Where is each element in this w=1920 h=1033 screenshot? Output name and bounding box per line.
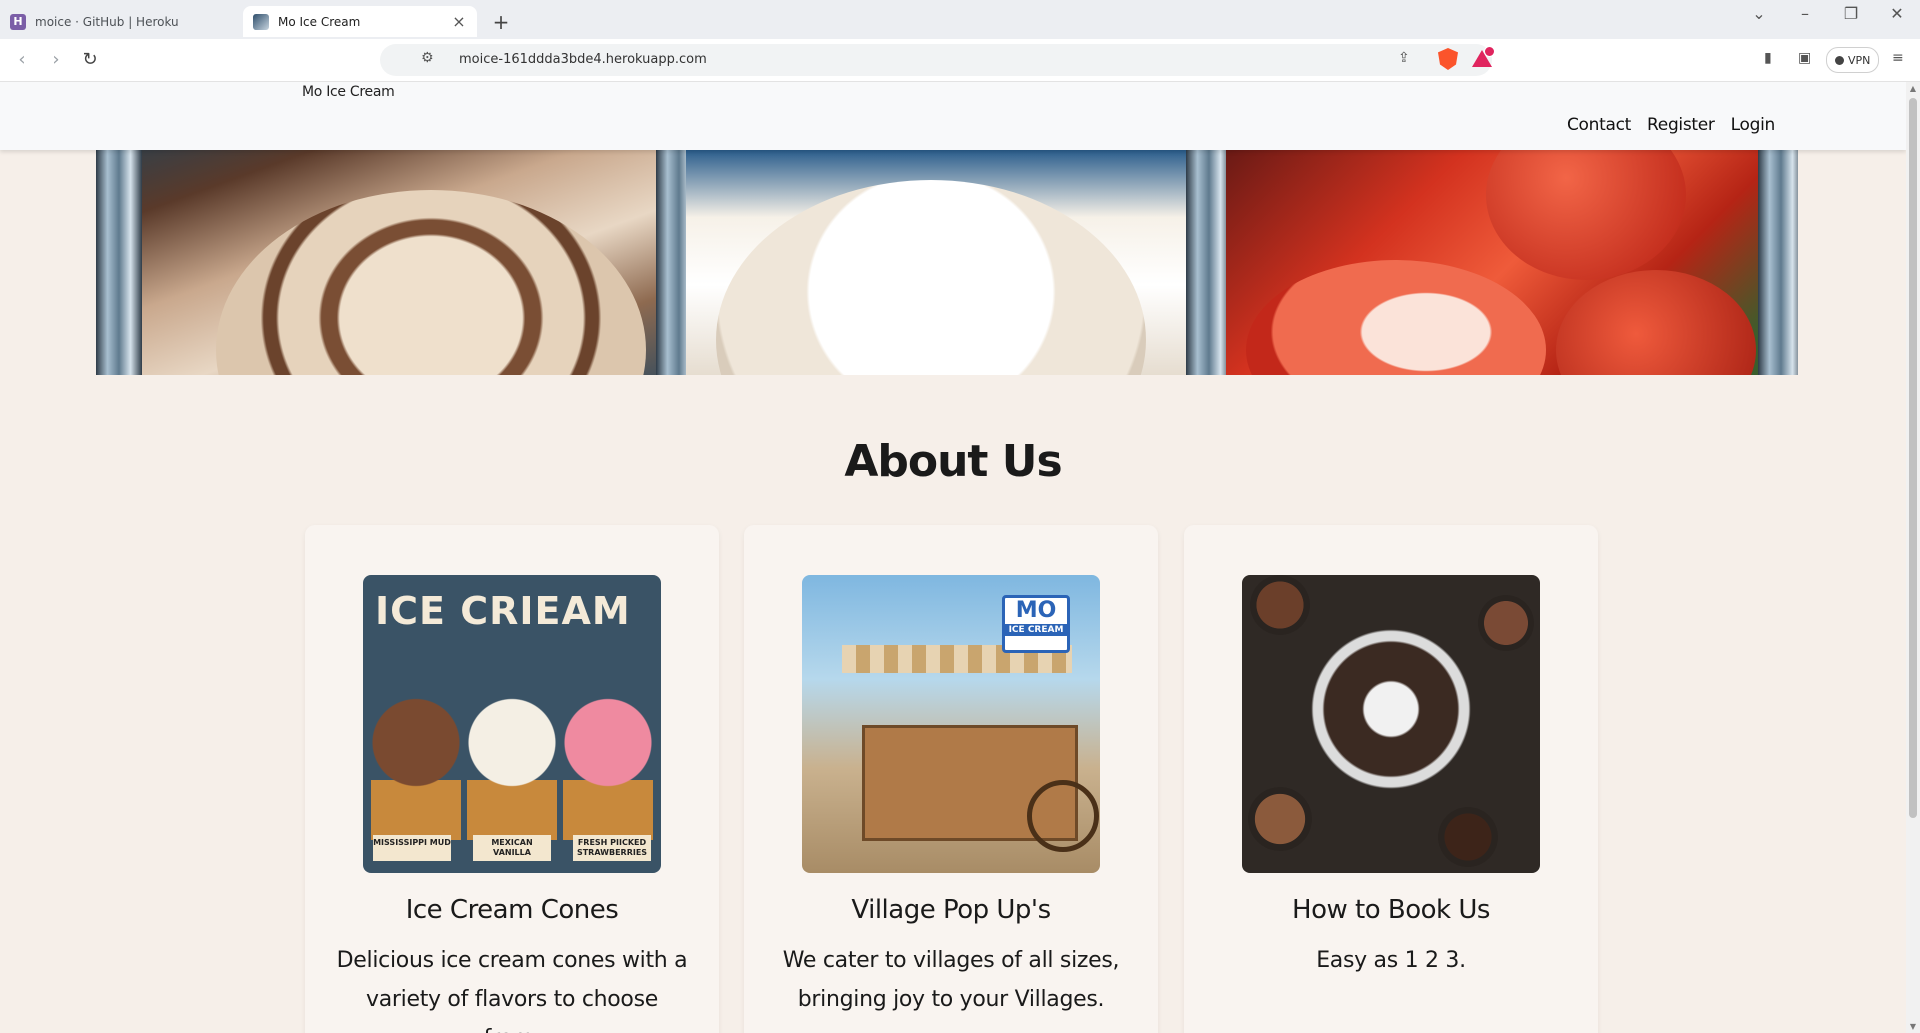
about-us-heading: About Us: [844, 436, 1062, 487]
strawberry-cone: [563, 690, 653, 840]
card-text: We cater to villages of all sizes, bring…: [782, 948, 1120, 1012]
card-title: Village Pop Up's: [851, 895, 1051, 925]
card-ice-cream-cones: ICE CRIEAM MISSISSIPPI MUD MEXICAN VANIL…: [305, 525, 719, 1033]
card-title: Ice Cream Cones: [405, 895, 619, 925]
tab-search-chevron-icon[interactable]: ⌄: [1746, 4, 1772, 23]
browser-tab-mo-ice-cream[interactable]: Mo Ice Cream ×: [243, 6, 477, 37]
sidebar-icon[interactable]: ▮: [1764, 50, 1772, 66]
strawberry-panel: [1226, 150, 1798, 375]
chocolate-ice-cream-image: [1242, 575, 1540, 873]
flavor-label: MISSISSIPPI MUD: [373, 835, 451, 861]
site-info-icon[interactable]: ⚙: [421, 50, 434, 66]
close-tab-icon[interactable]: ×: [451, 12, 467, 31]
card-village-pop-ups: MO ICE CREAM Village Pop Up's We cater t…: [744, 525, 1158, 1033]
nav-register-link[interactable]: Register: [1647, 115, 1715, 135]
vpn-button[interactable]: VPN: [1826, 47, 1880, 73]
browser-toolbar: ‹ › ↻ ☐ ⚙ moice-161ddda3bde4.herokuapp.c…: [0, 39, 1920, 82]
tab-title: Mo Ice Cream: [278, 14, 361, 29]
back-icon[interactable]: ‹: [10, 48, 34, 72]
minimize-icon[interactable]: –: [1792, 4, 1818, 23]
site-favicon: [253, 13, 269, 30]
page-scrollbar[interactable]: ▲ ▼: [1906, 82, 1920, 1033]
browser-tab-strip: H moice · GitHub | Heroku Mo Ice Cream ×…: [0, 0, 1920, 39]
restore-icon[interactable]: ❐: [1838, 4, 1864, 23]
share-icon[interactable]: ⇪: [1398, 50, 1410, 66]
flavor-label: FRESH PIICKED STRAWBERRIES: [573, 835, 651, 861]
site-navbar: Mo Ice Cream Contact Register Login: [0, 82, 1906, 150]
scroll-up-icon[interactable]: ▲: [1906, 84, 1920, 93]
nav-links: Contact Register Login: [1567, 115, 1775, 135]
vpn-status-icon: [1835, 55, 1844, 65]
card-how-to-book-us: How to Book Us Easy as 1 2 3.: [1184, 525, 1598, 1033]
chocolate-swirl-panel: [96, 150, 686, 375]
brand-link[interactable]: Mo Ice Cream: [302, 84, 395, 100]
nav-login-link[interactable]: Login: [1731, 115, 1776, 135]
nav-contact-link[interactable]: Contact: [1567, 115, 1631, 135]
vanilla-panel: [686, 150, 1226, 375]
scroll-down-icon[interactable]: ▼: [1906, 1022, 1920, 1031]
vanilla-cone: [467, 690, 557, 840]
reload-icon[interactable]: ↻: [78, 48, 102, 72]
scrollbar-thumb[interactable]: [1909, 98, 1917, 818]
wallet-icon[interactable]: ▣: [1798, 50, 1811, 66]
cart-wheel: [1027, 780, 1099, 852]
page-viewport: Mo Ice Cream Contact Register Login Abou…: [0, 82, 1906, 1033]
tab-title: moice · GitHub | Heroku: [35, 14, 179, 29]
address-url[interactable]: moice-161ddda3bde4.herokuapp.com: [459, 52, 707, 67]
vpn-label: VPN: [1848, 53, 1871, 67]
close-window-icon[interactable]: ✕: [1884, 4, 1910, 23]
card-text: Delicious ice cream cones with a variety…: [336, 948, 688, 1033]
heroku-icon: H: [10, 13, 26, 30]
forward-icon[interactable]: ›: [44, 48, 68, 72]
card-text: Easy as 1 2 3.: [1316, 948, 1466, 973]
browser-tab-heroku[interactable]: H moice · GitHub | Heroku: [0, 6, 240, 37]
card-title: How to Book Us: [1292, 895, 1490, 925]
hero-banner-image: [96, 150, 1798, 375]
image-heading-text: ICE CRIEAM: [375, 589, 631, 633]
chocolate-cone: [371, 690, 461, 840]
mo-ice-cream-sign: MO ICE CREAM: [1002, 595, 1070, 653]
ice-cream-cones-image: ICE CRIEAM MISSISSIPPI MUD MEXICAN VANIL…: [363, 575, 661, 873]
notification-badge: [1484, 46, 1495, 57]
flavor-label: MEXICAN VANILLA: [473, 835, 551, 861]
new-tab-icon[interactable]: +: [490, 10, 512, 34]
village-pop-up-image: MO ICE CREAM: [802, 575, 1100, 873]
menu-icon[interactable]: ≡: [1892, 50, 1904, 66]
